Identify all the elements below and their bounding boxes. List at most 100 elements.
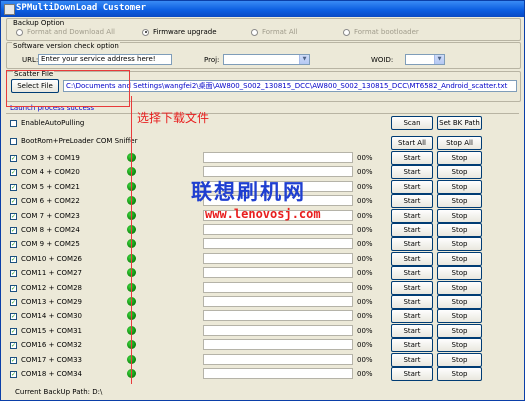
radio-format-bootloader[interactable]: Format bootloader xyxy=(343,28,419,36)
port-checkbox[interactable]: ✓ COM12 + COM28 xyxy=(10,284,82,292)
port-start-button[interactable]: Start xyxy=(391,281,433,295)
port-start-button[interactable]: Start xyxy=(391,237,433,251)
annotation-callout-line xyxy=(131,96,132,384)
port-percent: 00% xyxy=(357,356,373,364)
port-checkbox[interactable]: ✓ COM11 + COM27 xyxy=(10,269,82,277)
port-progress-bar xyxy=(203,267,353,278)
port-stop-button[interactable]: Stop xyxy=(437,252,482,266)
port-checkbox[interactable]: ✓ COM 6 + COM22 xyxy=(10,197,80,205)
port-start-button[interactable]: Start xyxy=(391,151,433,165)
port-percent: 00% xyxy=(357,212,373,220)
woid-select[interactable]: ▼ xyxy=(405,54,445,65)
radio-firmware-upgrade[interactable]: Firmware upgrade xyxy=(142,28,217,36)
port-stop-button[interactable]: Stop xyxy=(437,180,482,194)
port-start-button[interactable]: Start xyxy=(391,309,433,323)
title-bar: SPMultiDownLoad Customer xyxy=(1,1,524,17)
port-progress-bar xyxy=(203,339,353,350)
port-label: COM13 + COM29 xyxy=(21,298,83,306)
checkbox-box: ✓ xyxy=(10,226,17,234)
port-progress-bar xyxy=(203,282,353,293)
port-checkbox[interactable]: ✓ COM 5 + COM21 xyxy=(10,183,80,191)
backup-path-value: D:\ xyxy=(92,388,103,396)
port-checkbox[interactable]: ✓ COM 8 + COM24 xyxy=(10,226,80,234)
port-stop-button[interactable]: Stop xyxy=(437,295,482,309)
set-bk-path-button[interactable]: Set BK Path xyxy=(437,116,482,130)
radio-label: Firmware upgrade xyxy=(153,28,217,36)
port-percent: 00% xyxy=(357,183,373,191)
enable-auto-pulling-checkbox[interactable]: EnableAutoPulling xyxy=(10,119,84,127)
proj-select[interactable]: ▼ xyxy=(223,54,310,65)
chevron-down-icon: ▼ xyxy=(434,55,444,64)
port-checkbox[interactable]: ✓ COM 4 + COM20 xyxy=(10,168,80,176)
port-label: COM14 + COM30 xyxy=(21,312,83,320)
checkbox-label: BootRom+PreLoader COM Sniffer xyxy=(21,137,138,145)
port-stop-button[interactable]: Stop xyxy=(437,367,482,381)
port-checkbox[interactable]: ✓ COM 3 + COM19 xyxy=(10,154,80,162)
port-progress-bar xyxy=(203,310,353,321)
port-stop-button[interactable]: Stop xyxy=(437,194,482,208)
scan-button[interactable]: Scan xyxy=(391,116,433,130)
port-start-button[interactable]: Start xyxy=(391,367,433,381)
port-stop-button[interactable]: Stop xyxy=(437,338,482,352)
url-input[interactable]: Enter your service address here! xyxy=(38,54,172,65)
port-stop-button[interactable]: Stop xyxy=(437,209,482,223)
app-window: SPMultiDownLoad Customer Backup Option F… xyxy=(0,0,525,401)
port-stop-button[interactable]: Stop xyxy=(437,309,482,323)
port-start-button[interactable]: Start xyxy=(391,180,433,194)
port-percent: 00% xyxy=(357,197,373,205)
start-all-button[interactable]: Start All xyxy=(391,136,433,150)
divider xyxy=(6,113,519,114)
port-checkbox[interactable]: ✓ COM16 + COM32 xyxy=(10,341,82,349)
port-start-button[interactable]: Start xyxy=(391,324,433,338)
port-percent: 00% xyxy=(357,226,373,234)
checkbox-box: ✓ xyxy=(10,327,17,335)
port-stop-button[interactable]: Stop xyxy=(437,223,482,237)
port-start-button[interactable]: Start xyxy=(391,194,433,208)
port-start-button[interactable]: Start xyxy=(391,252,433,266)
port-start-button[interactable]: Start xyxy=(391,353,433,367)
port-start-button[interactable]: Start xyxy=(391,165,433,179)
checkbox-box: ✓ xyxy=(10,255,17,263)
scatter-path-field[interactable]: C:\Documents and Settings\wangfei2\桌面\AW… xyxy=(63,80,517,92)
port-percent: 00% xyxy=(357,284,373,292)
port-start-button[interactable]: Start xyxy=(391,295,433,309)
checkbox-box xyxy=(10,137,17,145)
radio-format-download-all[interactable]: Format and Download All xyxy=(16,28,115,36)
port-progress-bar xyxy=(203,354,353,365)
port-stop-button[interactable]: Stop xyxy=(437,324,482,338)
port-checkbox[interactable]: ✓ COM 7 + COM23 xyxy=(10,212,80,220)
bootrom-preloader-checkbox[interactable]: BootRom+PreLoader COM Sniffer xyxy=(10,137,137,145)
port-checkbox[interactable]: ✓ COM13 + COM29 xyxy=(10,298,82,306)
port-checkbox[interactable]: ✓ COM18 + COM34 xyxy=(10,370,82,378)
port-stop-button[interactable]: Stop xyxy=(437,266,482,280)
port-progress-bar xyxy=(203,253,353,264)
port-checkbox[interactable]: ✓ COM 9 + COM25 xyxy=(10,240,80,248)
port-start-button[interactable]: Start xyxy=(391,266,433,280)
port-start-button[interactable]: Start xyxy=(391,338,433,352)
radio-format-all[interactable]: Format All xyxy=(251,28,298,36)
port-start-button[interactable]: Start xyxy=(391,223,433,237)
port-start-button[interactable]: Start xyxy=(391,209,433,223)
port-stop-button[interactable]: Stop xyxy=(437,281,482,295)
stop-all-button[interactable]: Stop All xyxy=(437,136,482,150)
window-title: SPMultiDownLoad Customer xyxy=(16,3,147,13)
port-checkbox[interactable]: ✓ COM14 + COM30 xyxy=(10,312,82,320)
chevron-down-icon: ▼ xyxy=(299,55,309,64)
port-stop-button[interactable]: Stop xyxy=(437,353,482,367)
port-stop-button[interactable]: Stop xyxy=(437,151,482,165)
port-label: COM12 + COM28 xyxy=(21,284,83,292)
radio-label: Format bootloader xyxy=(354,28,419,36)
port-stop-button[interactable]: Stop xyxy=(437,165,482,179)
port-checkbox[interactable]: ✓ COM15 + COM31 xyxy=(10,327,82,335)
port-checkbox[interactable]: ✓ COM17 + COM33 xyxy=(10,356,82,364)
port-label: COM 9 + COM25 xyxy=(21,240,80,248)
proj-label: Proj: xyxy=(204,56,220,64)
port-checkbox[interactable]: ✓ COM10 + COM26 xyxy=(10,255,82,263)
port-percent: 00% xyxy=(357,168,373,176)
app-icon xyxy=(4,4,15,15)
checkbox-label: EnableAutoPulling xyxy=(21,119,85,127)
port-percent: 00% xyxy=(357,240,373,248)
port-progress-bar xyxy=(203,224,353,235)
backup-path-label: Current BackUp Path: xyxy=(15,388,91,396)
port-stop-button[interactable]: Stop xyxy=(437,237,482,251)
